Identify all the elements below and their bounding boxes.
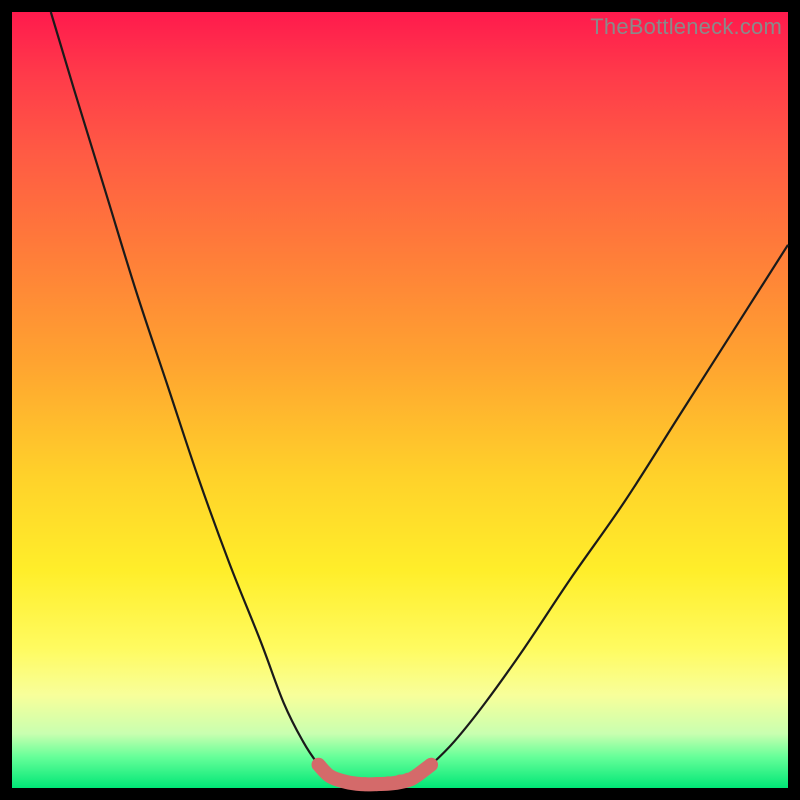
right-curve	[416, 245, 788, 777]
chart-plot-area	[12, 12, 788, 788]
left-curve	[51, 12, 330, 776]
chart-stage: TheBottleneck.com	[0, 0, 800, 800]
valley-marker-dot	[347, 777, 360, 790]
valley-marker-dot	[324, 770, 336, 782]
valley-marker-dot	[418, 766, 428, 776]
valley-marker-dot	[314, 760, 324, 770]
valley-marker-dot	[381, 776, 395, 790]
chart-svg	[12, 12, 788, 788]
valley-marker-dot	[336, 775, 348, 787]
